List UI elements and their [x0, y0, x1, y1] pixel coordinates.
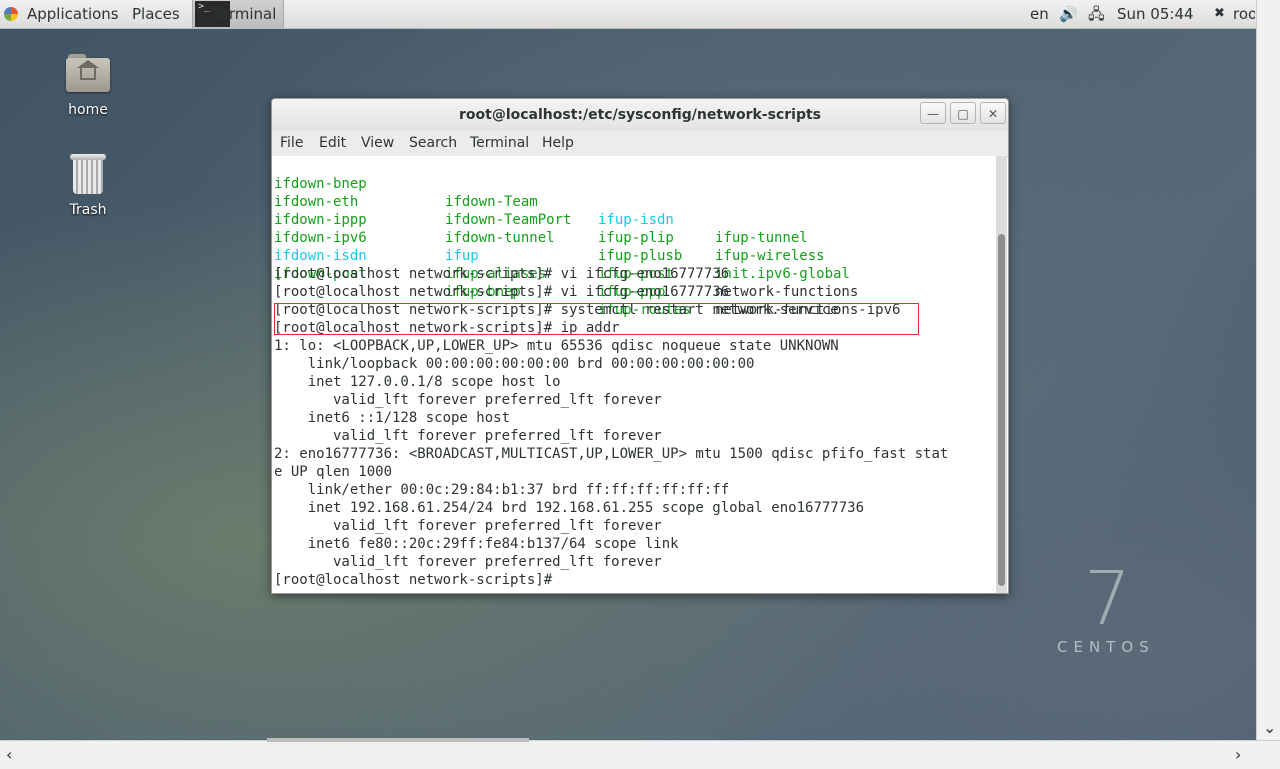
home-folder-icon	[66, 52, 110, 92]
listing-row: ifdown-bnep ifdown-Team ifup-isdn ifup-t…	[274, 157, 808, 246]
close-button[interactable]: ✕	[980, 102, 1006, 124]
file-entry: ifup-plip	[598, 230, 674, 246]
scroll-down-icon[interactable]: ⌄	[1263, 718, 1276, 737]
terminal-line: e UP qlen 1000	[274, 464, 393, 480]
menubar: File Edit View Search Terminal Help	[272, 131, 1008, 157]
top-panel: Applications Places >_ Terminal en 🔊 🖧 S…	[0, 0, 1256, 29]
terminal-window: root@localhost:/etc/sysconfig/network-sc…	[271, 98, 1009, 594]
terminal-line: valid_lft forever preferred_lft forever	[274, 554, 662, 570]
trash-icon	[70, 152, 106, 196]
file-entry: init.ipv6-global	[715, 266, 850, 282]
listing-row: ifdown-post ifup-bnep ifup-routes	[274, 247, 691, 318]
desktop-trash[interactable]: Trash	[43, 152, 133, 218]
terminal-line: inet 192.168.61.254/24 brd 192.168.61.25…	[274, 500, 865, 516]
file-entry: ifup	[445, 248, 479, 264]
horizontal-scrollbar-thumb[interactable]	[267, 738, 529, 742]
terminal-scrollbar-thumb[interactable]	[998, 234, 1005, 586]
scroll-left-icon[interactable]: ‹	[6, 745, 12, 764]
maximize-button[interactable]: □	[950, 102, 976, 124]
terminal-prompt[interactable]: [root@localhost network-scripts]#	[274, 571, 561, 589]
file-entry: ifup-plusb	[598, 248, 683, 264]
file-entry: ifup-isdn	[598, 212, 674, 228]
terminal-line: valid_lft forever preferred_lft forever	[274, 428, 662, 444]
window-title: root@localhost:/etc/sysconfig/network-sc…	[458, 107, 822, 123]
gnome-foot-icon	[4, 7, 18, 21]
clock[interactable]: Sun 05:44	[1117, 0, 1194, 28]
file-entry: ifup-wireless	[715, 248, 825, 264]
scroll-right-icon[interactable]: ›	[1235, 745, 1241, 764]
file-entry: network-functions	[715, 284, 859, 300]
menu-help[interactable]: Help	[542, 131, 574, 156]
listing-row: ifdown-eth ifdown-TeamPort ifup-plip ifu…	[274, 175, 825, 264]
terminal-line: inet 127.0.0.1/8 scope host lo	[274, 374, 561, 390]
vertical-scrollbar[interactable]: ⌄	[1256, 0, 1280, 740]
menu-search[interactable]: Search	[409, 131, 457, 156]
places-menu[interactable]: Places	[132, 0, 180, 28]
taskbar-terminal-label: Terminal	[213, 5, 277, 23]
user-icon: ✖	[1214, 6, 1225, 21]
listing-row: ifdown-ipv6 ifup ifup-post network-funct…	[274, 211, 858, 300]
terminal-line: link/loopback 00:00:00:00:00:00 brd 00:0…	[274, 356, 755, 372]
terminal-line: 1: lo: <LOOPBACK,UP,LOWER_UP> mtu 65536 …	[274, 338, 839, 354]
menu-view[interactable]: View	[361, 131, 394, 156]
minimize-button[interactable]: —	[920, 102, 946, 124]
window-titlebar[interactable]: root@localhost:/etc/sysconfig/network-sc…	[272, 99, 1008, 131]
language-indicator[interactable]: en	[1030, 0, 1049, 28]
terminal-line: 2: eno16777736: <BROADCAST,MULTICAST,UP,…	[274, 446, 949, 462]
file-entry: ifdown-tunnel	[445, 230, 555, 246]
terminal-line: [root@localhost network-scripts]# vi ifc…	[274, 266, 730, 282]
centos-logo-number: 7	[1084, 556, 1132, 642]
centos-logo-text: CENTOS	[1057, 638, 1155, 656]
file-entry: ifdown-Team	[445, 194, 538, 210]
volume-icon[interactable]: 🔊	[1059, 0, 1078, 28]
taskbar-terminal[interactable]: >_ Terminal	[192, 0, 284, 28]
menu-terminal[interactable]: Terminal	[470, 131, 529, 156]
terminal-line: link/ether 00:0c:29:84:b1:37 brd ff:ff:f…	[274, 482, 730, 498]
terminal-line: inet6 fe80::20c:29ff:fe84:b137/64 scope …	[274, 536, 679, 552]
file-entry: ifup-tunnel	[715, 230, 808, 246]
terminal-line: valid_lft forever preferred_lft forever	[274, 392, 662, 408]
terminal-line: valid_lft forever preferred_lft forever	[274, 518, 662, 534]
menu-edit[interactable]: Edit	[319, 131, 346, 156]
terminal-line: [root@localhost network-scripts]# vi ifc…	[274, 284, 730, 300]
horizontal-scrollbar[interactable]: ‹ ›	[0, 738, 1280, 769]
listing-row: ifdown-ippp ifdown-tunnel ifup-plusb ini…	[274, 193, 850, 282]
desktop-home[interactable]: home	[43, 52, 133, 118]
listing-row: ifdown-isdn ifup-aliases ifup-ppp networ…	[274, 229, 900, 318]
desktop-trash-label: Trash	[69, 202, 107, 218]
terminal-scrollbar[interactable]	[996, 156, 1007, 593]
menu-file[interactable]: File	[280, 131, 303, 156]
file-entry: ifdown-TeamPort	[445, 212, 572, 228]
applications-menu[interactable]: Applications	[27, 0, 119, 28]
desktop-home-label: home	[68, 102, 108, 118]
user-menu[interactable]: roo	[1233, 0, 1255, 28]
network-icon[interactable]: 🖧	[1088, 0, 1105, 28]
terminal-output[interactable]: ifdown-bnep ifdown-Team ifup-isdn ifup-t…	[272, 156, 996, 593]
terminal-line: inet6 ::1/128 scope host	[274, 410, 511, 426]
annotation-highlight-box	[274, 303, 919, 335]
